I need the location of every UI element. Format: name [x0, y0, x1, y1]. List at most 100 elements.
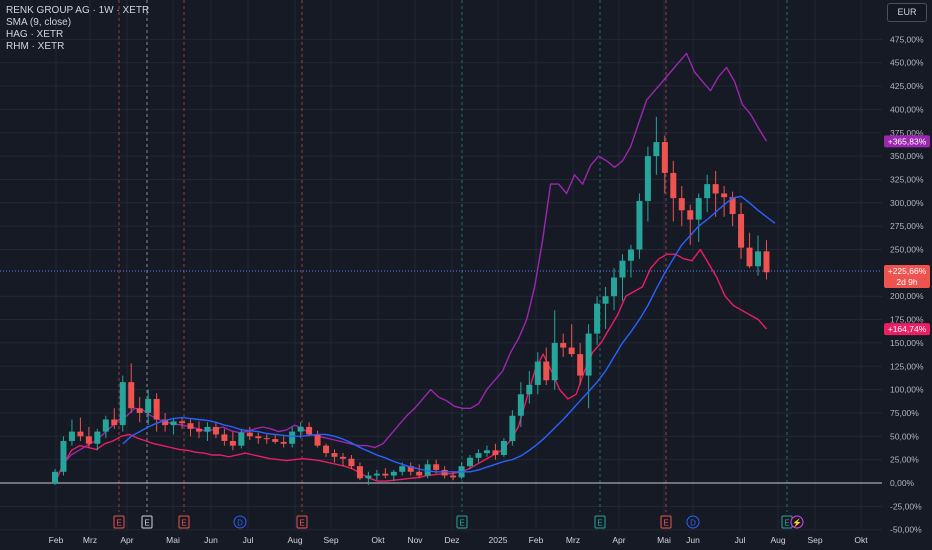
sma-line	[122, 195, 776, 473]
candle	[763, 240, 770, 280]
y-tick-label: 450,00%	[890, 58, 924, 68]
candle	[568, 324, 575, 357]
candle	[509, 410, 516, 446]
y-tick-label: 75,00%	[890, 408, 919, 418]
earnings-red-marker[interactable]: E	[113, 515, 125, 529]
y-tick-label: 250,00%	[890, 245, 924, 255]
price-chart[interactable]: 475,00%450,00%425,00%400,00%375,00%350,0…	[0, 0, 932, 550]
y-tick-label: 425,00%	[890, 81, 924, 91]
y-tick-label: 0,00%	[890, 478, 915, 488]
svg-text:+164,74%: +164,74%	[888, 324, 927, 334]
candle	[280, 436, 287, 448]
x-tick-label: Jul	[243, 535, 254, 545]
earnings-red-marker[interactable]: E	[296, 515, 308, 529]
legend-rhm[interactable]: RHM · XETR	[6, 41, 149, 53]
svg-text:E: E	[459, 519, 464, 528]
candle	[738, 202, 745, 259]
candle	[212, 422, 219, 439]
y-tick-label: 350,00%	[890, 151, 924, 161]
candle	[52, 468, 58, 485]
svg-text:E: E	[116, 519, 121, 528]
x-tick-label: Jul	[735, 535, 746, 545]
hag-series-line	[54, 52, 768, 484]
candle	[373, 469, 380, 481]
x-tick-label: Aug	[770, 535, 785, 545]
candle	[594, 296, 601, 345]
earnings-red-marker[interactable]: E	[178, 515, 190, 529]
candle	[221, 428, 228, 446]
candle	[517, 382, 524, 427]
split-marker[interactable]: ⚡	[790, 515, 804, 529]
x-tick-label: Mai	[657, 535, 671, 545]
sma-path	[122, 195, 776, 473]
candle	[229, 431, 236, 451]
y-tick-label: 50,00%	[890, 431, 919, 441]
legend-sma[interactable]: SMA (9, close)	[6, 17, 149, 29]
earnings-green-marker[interactable]: E	[594, 515, 606, 529]
legend-hag[interactable]: HAG · XETR	[6, 29, 149, 41]
svg-text:2d 9h: 2d 9h	[896, 277, 918, 287]
candle	[475, 449, 482, 463]
x-tick-label: Apr	[120, 535, 133, 545]
x-tick-label: Feb	[529, 535, 544, 545]
x-tick-label: Okt	[371, 535, 385, 545]
earnings-green-marker[interactable]: E	[456, 515, 468, 529]
candle	[382, 468, 389, 479]
x-tick-label: Okt	[854, 535, 868, 545]
candle	[306, 422, 313, 437]
earnings-red-marker[interactable]: E	[660, 515, 672, 529]
candle	[348, 454, 355, 469]
candle	[619, 254, 626, 301]
x-tick-label: Mrz	[83, 535, 97, 545]
legend-title[interactable]: RENK GROUP AG · 1W · XETR	[6, 5, 149, 17]
candle	[704, 174, 711, 213]
dividend-marker[interactable]: D	[686, 515, 700, 529]
chart-legend: RENK GROUP AG · 1W · XETR SMA (9, close)…	[6, 5, 149, 53]
candle	[636, 193, 643, 259]
y-tick-label: 25,00%	[890, 455, 919, 465]
x-tick-label: Sep	[323, 535, 338, 545]
y-tick-label: 175,00%	[890, 315, 924, 325]
candle	[170, 417, 177, 435]
candle	[289, 426, 296, 448]
last-value-tag: +164,74%	[884, 323, 930, 336]
dividend-marker[interactable]: D	[233, 515, 247, 529]
candle	[653, 116, 660, 175]
last-value-tag: +225,66%2d 9h	[884, 265, 930, 288]
candle	[136, 397, 143, 423]
y-tick-label: 200,00%	[890, 291, 924, 301]
candle	[255, 432, 262, 444]
candle	[60, 436, 67, 476]
svg-text:E: E	[597, 519, 602, 528]
candle	[145, 389, 152, 426]
candle	[153, 393, 160, 432]
x-tick-label: Apr	[612, 535, 625, 545]
candle	[695, 193, 702, 243]
candle	[560, 333, 567, 357]
x-tick-label: Nov	[407, 535, 423, 545]
x-tick-label: Jun	[204, 535, 218, 545]
candle	[323, 443, 330, 457]
candle	[314, 430, 321, 448]
x-tick-label: 2025	[489, 535, 508, 545]
x-tick-label: Sep	[807, 535, 822, 545]
candle	[102, 415, 109, 439]
time-axis[interactable]: Feb Mrz Apr Mai Jun Jul Aug Sep Okt Nov Dez 2025 Feb…	[49, 535, 869, 545]
y-tick-label: 475,00%	[890, 34, 924, 44]
candle	[68, 419, 75, 446]
event-markers[interactable]: E E E D E E E E D E ⚡	[113, 515, 804, 529]
x-tick-label: Mrz	[566, 535, 580, 545]
candle	[128, 363, 135, 413]
candle	[85, 426, 92, 448]
candle	[407, 462, 414, 476]
svg-text:+365,83%: +365,83%	[888, 136, 927, 146]
svg-text:E: E	[663, 519, 668, 528]
candle	[424, 459, 431, 479]
y-tick-label: -25,00%	[890, 501, 922, 511]
earnings-white-marker[interactable]: E	[141, 515, 153, 529]
candle	[204, 422, 211, 441]
candle	[611, 268, 618, 311]
candle	[721, 185, 728, 217]
currency-button[interactable]: EUR	[887, 3, 927, 22]
candle	[678, 185, 685, 227]
